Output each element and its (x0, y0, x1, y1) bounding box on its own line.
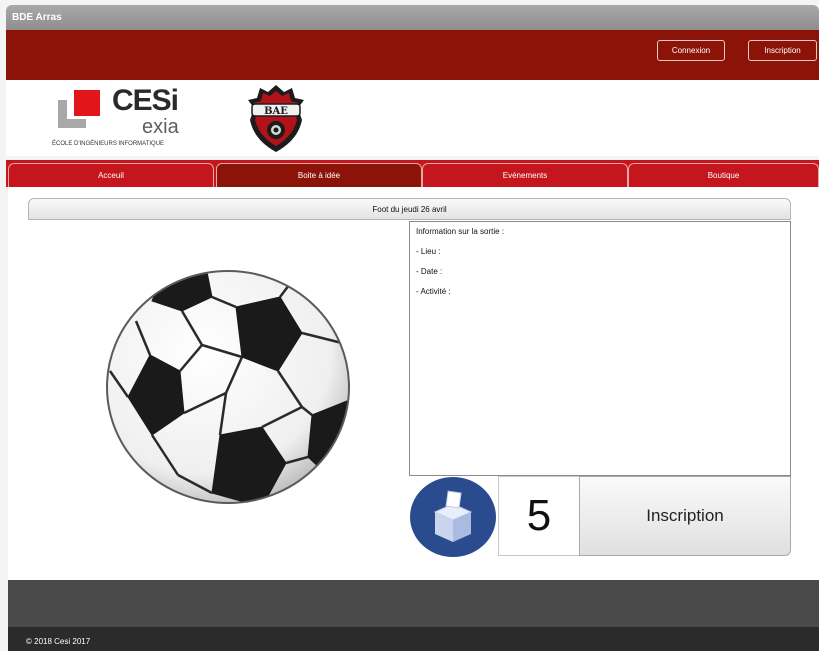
copyright-text: © 2018 Cesi 2017 (26, 637, 91, 646)
ballot-box-icon[interactable] (409, 476, 497, 558)
footer-top (8, 580, 819, 627)
info-activity: - Activité : (416, 287, 451, 296)
info-place: - Lieu : (416, 247, 441, 256)
bde-logo-text: BAE (264, 106, 288, 117)
title-bar: BDE Arras (6, 5, 819, 30)
outing-signup-button[interactable]: Inscription (579, 476, 791, 556)
outing-info-box: Information sur la sortie : - Lieu : - D… (409, 221, 791, 476)
info-date: - Date : (416, 267, 443, 276)
main-content: Foot du jeudi 26 avril Information sur l… (8, 187, 819, 580)
footer: © 2018 Cesi 2017 (8, 627, 819, 651)
tab-idea-box[interactable]: Boite à idée (216, 163, 422, 187)
outing-title: Foot du jeudi 26 avril (28, 198, 791, 220)
app-window: BDE Arras Connexion Inscription CESi exi… (0, 0, 819, 651)
soccer-ball-icon (106, 270, 350, 504)
cesi-logo: CESi exia ÉCOLE D'INGÉNIEURS INFORMATIQU… (46, 84, 206, 154)
bde-logo: BAE (248, 85, 304, 152)
signup-button[interactable]: Inscription (748, 40, 817, 61)
vote-count: 5 (498, 476, 580, 556)
cesi-logo-red-mark (74, 90, 100, 116)
header-bar: Connexion Inscription (6, 30, 819, 80)
main-nav: Acceuil Boite à idée Evénements Boutique (6, 160, 819, 187)
login-button[interactable]: Connexion (657, 40, 725, 61)
window-title: BDE Arras (12, 12, 62, 23)
exia-logo-text: exia (142, 116, 179, 138)
cesi-logo-text: CESi (112, 84, 179, 117)
logo-band: CESi exia ÉCOLE D'INGÉNIEURS INFORMATIQU… (6, 80, 819, 156)
info-heading: Information sur la sortie : (416, 227, 505, 236)
cesi-tagline: ÉCOLE D'INGÉNIEURS INFORMATIQUE (52, 141, 165, 147)
tab-events[interactable]: Evénements (422, 163, 628, 187)
tab-home[interactable]: Acceuil (8, 163, 214, 187)
tab-shop[interactable]: Boutique (628, 163, 819, 187)
